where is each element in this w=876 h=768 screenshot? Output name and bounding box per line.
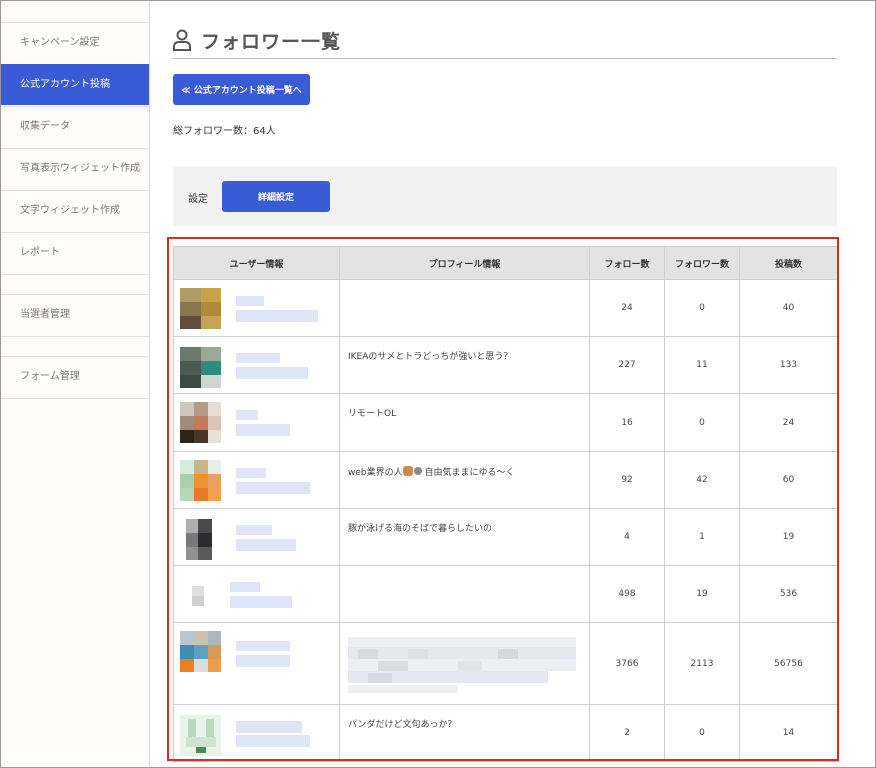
page-title: フォロワー一覧 <box>201 31 342 53</box>
app-window: キャンペーン設定 公式アカウント投稿 収集データ 写真表示ウィジェット作成 文字… <box>0 0 876 768</box>
detail-settings-button[interactable]: 詳細設定 <box>222 181 330 212</box>
sidebar-divider <box>1 274 149 275</box>
sidebar-item-report[interactable]: レポート <box>1 232 149 273</box>
sidebar-divider <box>1 336 149 337</box>
sidebar-item-text-widget[interactable]: 文字ウィジェット作成 <box>1 190 149 231</box>
sidebar-item-campaign-settings[interactable]: キャンペーン設定 <box>1 22 149 63</box>
sidebar-item-official-account-posts[interactable]: 公式アカウント投稿 <box>1 64 149 105</box>
sidebar-item-winner-management[interactable]: 当選者管理 <box>1 294 149 335</box>
sidebar: キャンペーン設定 公式アカウント投稿 収集データ 写真表示ウィジェット作成 文字… <box>1 1 150 767</box>
page-title-bar: フォロワー一覧 <box>173 27 837 59</box>
sidebar-item-collected-data[interactable]: 収集データ <box>1 106 149 147</box>
sidebar-item-photo-widget[interactable]: 写真表示ウィジェット作成 <box>1 148 149 189</box>
settings-panel: 設定 詳細設定 <box>173 167 837 226</box>
total-followers: 総フォロワー数：64人 <box>173 126 276 137</box>
sidebar-item-form-management[interactable]: フォーム管理 <box>1 356 149 397</box>
back-to-posts-button[interactable]: ≪ 公式アカウント投稿一覧へ <box>173 74 310 105</box>
sidebar-divider <box>1 398 149 399</box>
highlight-box <box>167 237 839 761</box>
user-icon <box>173 29 191 55</box>
settings-label: 設定 <box>188 194 208 205</box>
